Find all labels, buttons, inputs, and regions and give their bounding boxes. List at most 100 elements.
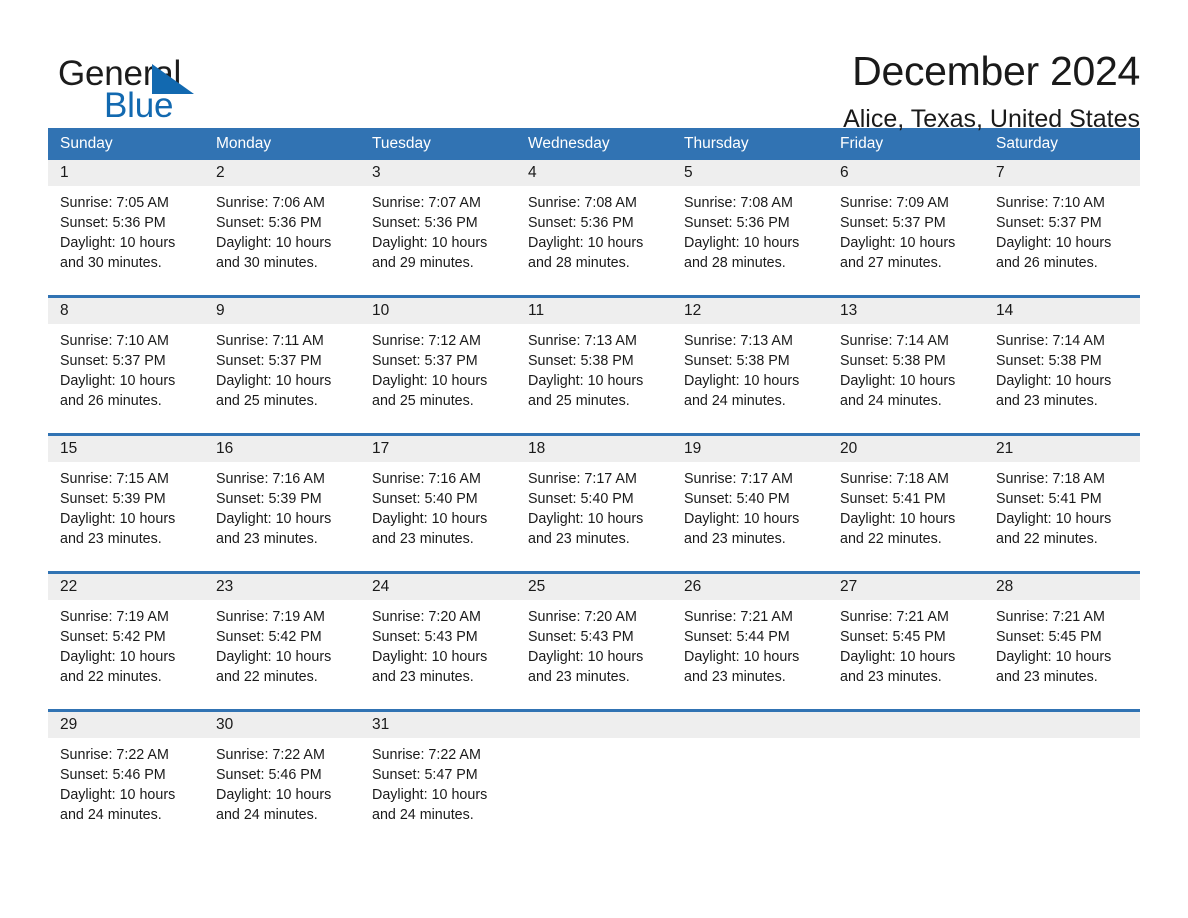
day-details: Sunrise: 7:10 AM Sunset: 5:37 PM Dayligh… (984, 186, 1140, 273)
day-cell[interactable]: 10 Sunrise: 7:12 AM Sunset: 5:37 PM Dayl… (360, 298, 516, 420)
daylight-text-line1: Daylight: 10 hours (996, 235, 1112, 251)
day-cell[interactable]: 9 Sunrise: 7:11 AM Sunset: 5:37 PM Dayli… (204, 298, 360, 420)
sunset-text: Sunset: 5:44 PM (684, 629, 790, 645)
day-number: 6 (840, 164, 849, 181)
day-cell[interactable]: 18 Sunrise: 7:17 AM Sunset: 5:40 PM Dayl… (516, 436, 672, 558)
day-details: Sunrise: 7:05 AM Sunset: 5:36 PM Dayligh… (48, 186, 204, 273)
day-details: Sunrise: 7:18 AM Sunset: 5:41 PM Dayligh… (828, 462, 984, 549)
daylight-text-line1: Daylight: 10 hours (60, 649, 176, 665)
day-cell[interactable]: 3 Sunrise: 7:07 AM Sunset: 5:36 PM Dayli… (360, 160, 516, 282)
day-number-band: 25 (516, 574, 672, 600)
day-cell[interactable]: 30 Sunrise: 7:22 AM Sunset: 5:46 PM Dayl… (204, 712, 360, 834)
daylight-text-line2: and 24 minutes. (372, 807, 474, 823)
day-cell[interactable]: 11 Sunrise: 7:13 AM Sunset: 5:38 PM Dayl… (516, 298, 672, 420)
daylight-text-line2: and 22 minutes. (216, 669, 318, 685)
day-cell[interactable]: 27 Sunrise: 7:21 AM Sunset: 5:45 PM Dayl… (828, 574, 984, 696)
sunrise-text: Sunrise: 7:17 AM (684, 471, 793, 487)
day-cell[interactable]: 20 Sunrise: 7:18 AM Sunset: 5:41 PM Dayl… (828, 436, 984, 558)
daylight-text-line2: and 23 minutes. (60, 531, 162, 547)
day-number: 17 (372, 440, 390, 457)
daylight-text-line2: and 22 minutes. (996, 531, 1098, 547)
sunrise-text: Sunrise: 7:18 AM (840, 471, 949, 487)
day-details: Sunrise: 7:06 AM Sunset: 5:36 PM Dayligh… (204, 186, 360, 273)
sunset-text: Sunset: 5:39 PM (216, 491, 322, 507)
day-number (984, 716, 996, 733)
day-details: Sunrise: 7:09 AM Sunset: 5:37 PM Dayligh… (828, 186, 984, 273)
day-number: 26 (684, 578, 702, 595)
sunrise-text: Sunrise: 7:20 AM (528, 609, 637, 625)
sunset-text: Sunset: 5:43 PM (372, 629, 478, 645)
day-number-band: 5 (672, 160, 828, 186)
sunrise-text: Sunrise: 7:13 AM (684, 333, 793, 349)
day-cell[interactable]: 7 Sunrise: 7:10 AM Sunset: 5:37 PM Dayli… (984, 160, 1140, 282)
day-details: Sunrise: 7:19 AM Sunset: 5:42 PM Dayligh… (48, 600, 204, 687)
day-number-band: 27 (828, 574, 984, 600)
day-cell[interactable]: 29 Sunrise: 7:22 AM Sunset: 5:46 PM Dayl… (48, 712, 204, 834)
day-number-band: 4 (516, 160, 672, 186)
daylight-text-line2: and 23 minutes. (996, 669, 1098, 685)
day-number-band: 3 (360, 160, 516, 186)
day-cell[interactable]: 19 Sunrise: 7:17 AM Sunset: 5:40 PM Dayl… (672, 436, 828, 558)
day-cell[interactable]: 31 Sunrise: 7:22 AM Sunset: 5:47 PM Dayl… (360, 712, 516, 834)
day-cell[interactable]: 12 Sunrise: 7:13 AM Sunset: 5:38 PM Dayl… (672, 298, 828, 420)
day-cell[interactable]: 23 Sunrise: 7:19 AM Sunset: 5:42 PM Dayl… (204, 574, 360, 696)
sunrise-text: Sunrise: 7:21 AM (996, 609, 1105, 625)
day-cell[interactable]: 2 Sunrise: 7:06 AM Sunset: 5:36 PM Dayli… (204, 160, 360, 282)
daylight-text-line2: and 26 minutes. (60, 393, 162, 409)
day-number: 12 (684, 302, 702, 319)
day-cell[interactable]: 5 Sunrise: 7:08 AM Sunset: 5:36 PM Dayli… (672, 160, 828, 282)
day-cell[interactable]: 6 Sunrise: 7:09 AM Sunset: 5:37 PM Dayli… (828, 160, 984, 282)
day-details: Sunrise: 7:13 AM Sunset: 5:38 PM Dayligh… (672, 324, 828, 411)
day-cell[interactable]: 24 Sunrise: 7:20 AM Sunset: 5:43 PM Dayl… (360, 574, 516, 696)
day-cell[interactable]: 13 Sunrise: 7:14 AM Sunset: 5:38 PM Dayl… (828, 298, 984, 420)
day-number: 4 (528, 164, 537, 181)
daylight-text-line2: and 22 minutes. (60, 669, 162, 685)
week-row: 8 Sunrise: 7:10 AM Sunset: 5:37 PM Dayli… (48, 295, 1140, 420)
day-cell[interactable]: 17 Sunrise: 7:16 AM Sunset: 5:40 PM Dayl… (360, 436, 516, 558)
sunrise-text: Sunrise: 7:12 AM (372, 333, 481, 349)
day-number: 16 (216, 440, 234, 457)
day-details: Sunrise: 7:20 AM Sunset: 5:43 PM Dayligh… (516, 600, 672, 687)
daylight-text-line1: Daylight: 10 hours (528, 649, 644, 665)
day-details: Sunrise: 7:16 AM Sunset: 5:40 PM Dayligh… (360, 462, 516, 549)
sunset-text: Sunset: 5:36 PM (684, 215, 790, 231)
daylight-text-line1: Daylight: 10 hours (840, 373, 956, 389)
daylight-text-line2: and 30 minutes. (60, 255, 162, 271)
day-cell[interactable]: 16 Sunrise: 7:16 AM Sunset: 5:39 PM Dayl… (204, 436, 360, 558)
day-cell[interactable]: 15 Sunrise: 7:15 AM Sunset: 5:39 PM Dayl… (48, 436, 204, 558)
sunset-text: Sunset: 5:46 PM (216, 767, 322, 783)
day-details: Sunrise: 7:13 AM Sunset: 5:38 PM Dayligh… (516, 324, 672, 411)
daylight-text-line2: and 24 minutes. (684, 393, 786, 409)
day-cell[interactable]: 4 Sunrise: 7:08 AM Sunset: 5:36 PM Dayli… (516, 160, 672, 282)
day-number-band: 28 (984, 574, 1140, 600)
sunset-text: Sunset: 5:40 PM (372, 491, 478, 507)
day-details: Sunrise: 7:21 AM Sunset: 5:45 PM Dayligh… (984, 600, 1140, 687)
day-details: Sunrise: 7:11 AM Sunset: 5:37 PM Dayligh… (204, 324, 360, 411)
day-cell[interactable]: 1 Sunrise: 7:05 AM Sunset: 5:36 PM Dayli… (48, 160, 204, 282)
weekday-header-tuesday: Tuesday (372, 135, 431, 152)
day-cell[interactable]: 21 Sunrise: 7:18 AM Sunset: 5:41 PM Dayl… (984, 436, 1140, 558)
day-details: Sunrise: 7:22 AM Sunset: 5:46 PM Dayligh… (48, 738, 204, 825)
day-cell[interactable]: 26 Sunrise: 7:21 AM Sunset: 5:44 PM Dayl… (672, 574, 828, 696)
day-details: Sunrise: 7:16 AM Sunset: 5:39 PM Dayligh… (204, 462, 360, 549)
daylight-text-line1: Daylight: 10 hours (840, 235, 956, 251)
daylight-text-line2: and 25 minutes. (372, 393, 474, 409)
day-number (516, 716, 528, 733)
day-cell[interactable]: 22 Sunrise: 7:19 AM Sunset: 5:42 PM Dayl… (48, 574, 204, 696)
day-details: Sunrise: 7:22 AM Sunset: 5:46 PM Dayligh… (204, 738, 360, 825)
day-cell-empty (984, 712, 1140, 834)
day-cell[interactable]: 28 Sunrise: 7:21 AM Sunset: 5:45 PM Dayl… (984, 574, 1140, 696)
generalblue-logo[interactable]: General Blue (48, 44, 248, 124)
day-number: 10 (372, 302, 390, 319)
day-number-band: 9 (204, 298, 360, 324)
day-cell[interactable]: 25 Sunrise: 7:20 AM Sunset: 5:43 PM Dayl… (516, 574, 672, 696)
day-number-band: 16 (204, 436, 360, 462)
day-number-band: 14 (984, 298, 1140, 324)
day-cell[interactable]: 14 Sunrise: 7:14 AM Sunset: 5:38 PM Dayl… (984, 298, 1140, 420)
daylight-text-line2: and 23 minutes. (684, 531, 786, 547)
daylight-text-line2: and 25 minutes. (528, 393, 630, 409)
day-cell[interactable]: 8 Sunrise: 7:10 AM Sunset: 5:37 PM Dayli… (48, 298, 204, 420)
day-number (828, 716, 840, 733)
day-number-band: 8 (48, 298, 204, 324)
day-details: Sunrise: 7:20 AM Sunset: 5:43 PM Dayligh… (360, 600, 516, 687)
